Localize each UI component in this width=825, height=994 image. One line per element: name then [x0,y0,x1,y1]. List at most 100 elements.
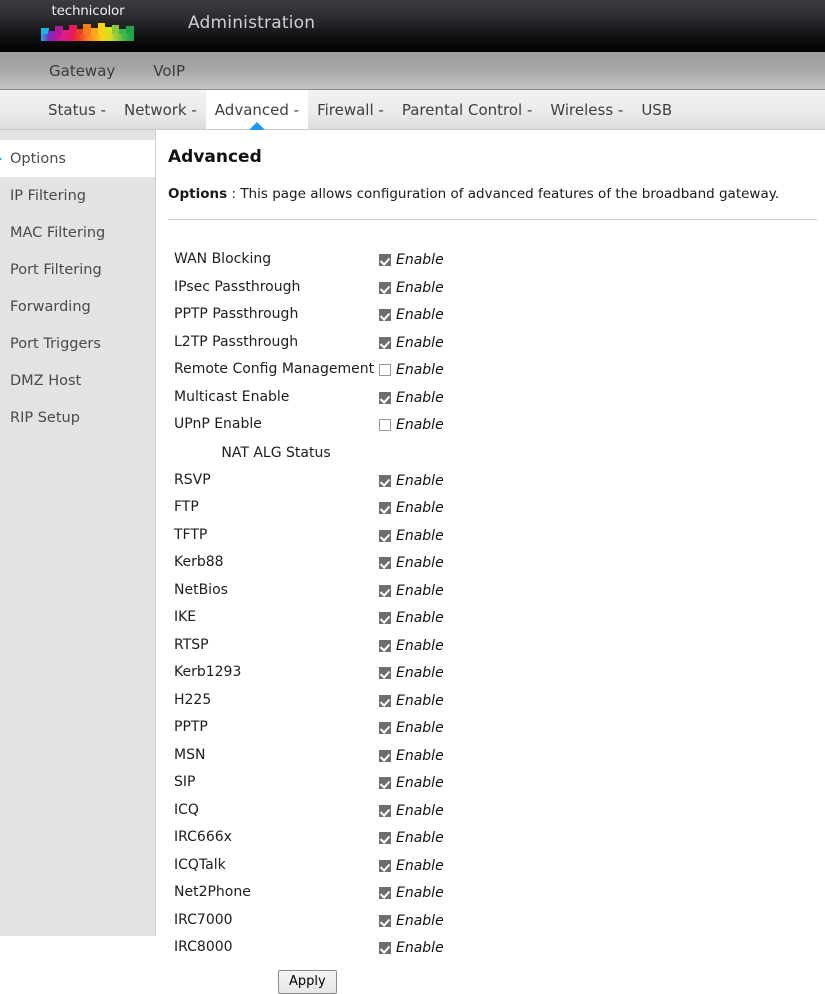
checkbox-checked-icon[interactable] [379,914,391,927]
secondary-nav: Gateway VoIP [0,52,825,90]
option-row: PPTP Passthrough Enable [168,301,444,329]
checkbox-checked-icon[interactable] [379,804,391,817]
option-label: FTP [174,499,199,515]
page-description-label: Options [168,186,228,202]
sidebar-active-marker-icon [0,154,2,163]
option-label: NetBios [174,581,228,598]
option-label: IRC666x [174,829,232,845]
option-label: RSVP [174,471,211,488]
enable-label: Enable [396,417,444,433]
option-row: Remote Config Management Enable [168,356,444,384]
option-control: Enable [379,577,444,605]
page-description: Options : This page allows configuration… [168,185,825,203]
checkbox-checked-icon[interactable] [379,474,391,487]
option-control: Enable [379,356,444,384]
tab-firewall[interactable]: Firewall - [308,90,393,129]
logo-bar-base [41,34,133,41]
option-label: IKE [174,609,197,625]
option-label: IRC8000 [174,939,233,955]
tab-parental-control[interactable]: Parental Control - [393,90,542,129]
option-control: Enable [379,687,444,715]
checkbox-checked-icon[interactable] [379,667,391,679]
tab-usb[interactable]: USB [632,90,681,129]
enable-label: Enable [396,555,444,571]
checkbox-checked-icon[interactable] [379,529,391,542]
enable-label: Enable [396,912,444,929]
checkbox-checked-icon[interactable] [379,749,391,762]
tab-status[interactable]: Status - [39,90,115,129]
option-row: PPTP Enable [168,714,444,742]
enable-label: Enable [396,389,444,406]
brand-header: technicolor Administration [0,0,825,52]
checkbox-checked-icon[interactable] [379,832,391,844]
technicolor-logo[interactable]: technicolor [41,1,135,45]
sidebar-item-rip-setup[interactable]: RIP Setup [0,399,155,436]
enable-label: Enable [396,279,444,296]
sidebar-item-label: Options [10,150,66,167]
option-label: TFTP [174,526,208,543]
tab-network[interactable]: Network - [115,90,206,129]
sidebar-item-forwarding[interactable]: Forwarding [0,288,155,325]
checkbox-checked-icon[interactable] [379,722,391,734]
tab-advanced[interactable]: Advanced - [205,90,309,130]
checkbox-checked-icon[interactable] [379,336,391,349]
tab-label: Wireless - [550,100,624,119]
sidebar-item-label: DMZ Host [10,372,82,389]
subnav-item-voip[interactable]: VoIP [153,61,185,81]
enable-label: Enable [396,665,444,681]
subnav-item-gateway[interactable]: Gateway [49,61,115,81]
option-row: ICQTalk Enable [168,852,444,880]
checkbox-checked-icon[interactable] [379,859,391,872]
sidebar-item-ip-filtering[interactable]: IP Filtering [0,177,155,214]
option-label: ICQTalk [174,856,226,873]
apply-button[interactable]: Apply [278,969,337,994]
sidebar-item-port-filtering[interactable]: Port Filtering [0,251,155,288]
tab-wireless[interactable]: Wireless - [541,90,632,129]
checkbox-checked-icon[interactable] [379,309,391,321]
checkbox-checked-icon[interactable] [379,391,391,404]
sidebar-item-mac-filtering[interactable]: MAC Filtering [0,214,155,251]
option-label: SIP [174,774,196,790]
checkbox-checked-icon[interactable] [379,639,391,652]
page-description-separator: : [231,186,237,202]
sidebar-nav: Options IP Filtering MAC Filtering Port Fil… [0,130,156,936]
checkbox-checked-icon[interactable] [379,694,391,707]
option-row: IRC8000 Enable [168,934,444,962]
option-row: NetBios Enable [168,577,444,605]
option-label: UPnP Enable [174,416,262,432]
logo-wordmark: technicolor [51,3,125,19]
option-label: WAN Blocking [174,251,272,267]
checkbox-checked-icon[interactable] [379,612,391,624]
checkbox-checked-icon[interactable] [379,887,391,899]
checkbox-checked-icon[interactable] [379,502,391,514]
option-control: Enable [379,522,444,550]
option-row: H225 Enable [168,687,444,715]
option-control: Enable [379,549,444,577]
checkbox-unchecked-icon[interactable] [379,364,391,376]
enable-label: Enable [396,637,444,654]
sidebar-item-options[interactable]: Options [0,140,155,177]
option-control: Enable [379,879,444,907]
sidebar-item-port-triggers[interactable]: Port Triggers [0,325,155,362]
option-row: UPnP Enable Enable [168,411,444,439]
option-row: Multicast Enable Enable [168,384,444,412]
nat-alg-section-header-row: NAT ALG Status [168,439,444,467]
tab-label: Advanced - [214,100,300,119]
checkbox-checked-icon[interactable] [379,281,391,294]
checkbox-checked-icon[interactable] [379,254,391,266]
sidebar-item-label: Port Filtering [10,261,102,278]
nat-alg-section-title: NAT ALG Status [221,444,331,461]
checkbox-unchecked-icon[interactable] [379,419,391,431]
option-control: Enable [379,246,444,274]
logo-rainbow-bars [41,21,134,41]
checkbox-checked-icon[interactable] [379,557,391,569]
enable-label: Enable [396,940,444,956]
checkbox-checked-icon[interactable] [379,777,391,789]
checkbox-checked-icon[interactable] [379,584,391,597]
sidebar-item-label: Port Triggers [10,335,101,352]
sidebar-item-dmz-host[interactable]: DMZ Host [0,362,155,399]
checkbox-checked-icon[interactable] [379,942,391,954]
page-body: Options IP Filtering MAC Filtering Port Fil… [0,130,825,994]
option-row: IRC7000 Enable [168,907,444,935]
option-control: Enable [379,329,444,357]
